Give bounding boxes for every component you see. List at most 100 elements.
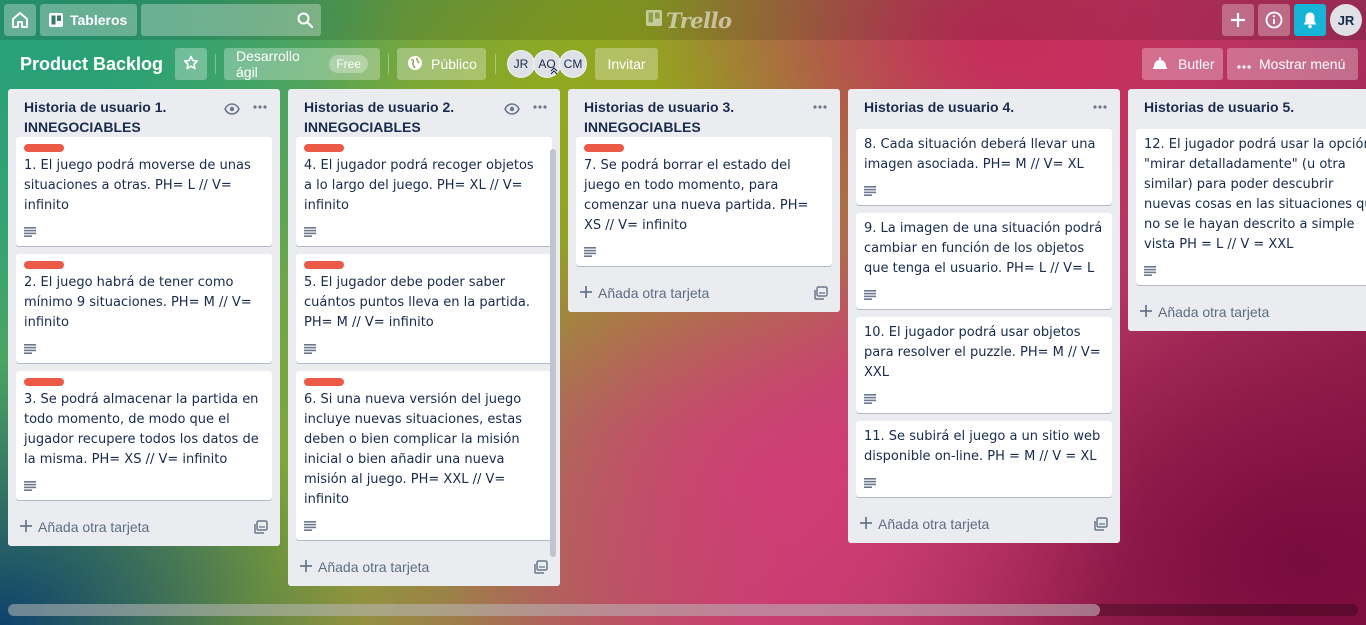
list-menu-icon[interactable] <box>250 99 270 115</box>
card[interactable]: 12. El jugador podrá usar la opción "mir… <box>1136 129 1366 285</box>
show-menu-label: Mostrar menú <box>1259 56 1346 72</box>
team-button[interactable]: Desarrollo ágil Free <box>224 48 380 80</box>
list[interactable]: Historias de usuario 4. 8. Cada situación… <box>848 89 1120 543</box>
card-title: 5. El jugador debe poder saber cuántos p… <box>304 275 530 330</box>
member-avatar[interactable]: JR <box>507 50 535 78</box>
description-icon <box>24 476 264 492</box>
list-title[interactable]: Historia de usuario 1. INNEGOCIABLES <box>24 97 220 137</box>
search-icon[interactable] <box>297 12 314 32</box>
list[interactable]: Historias de usuario 3. INNEGOCIABLES 7. … <box>568 89 840 312</box>
card[interactable]: 7. Se podrá borrar el estado del juego e… <box>576 137 832 266</box>
list-title[interactable]: Historias de usuario 2. INNEGOCIABLES <box>304 97 500 137</box>
description-icon <box>1144 261 1366 277</box>
admin-chevron-icon <box>550 67 558 77</box>
list-header: Historias de usuario 4. <box>848 89 1120 129</box>
add-card-button[interactable]: Añada otra tarjeta <box>1128 293 1366 331</box>
card-template-icon[interactable] <box>254 520 268 537</box>
card-label-red[interactable] <box>24 261 64 269</box>
home-icon <box>11 11 29 29</box>
list-title[interactable]: Historias de usuario 5. <box>1144 97 1340 117</box>
plan-badge: Free <box>329 55 368 73</box>
card-title: 4. El jugador podrá recoger objetos a lo… <box>304 158 534 213</box>
card-label-red[interactable] <box>304 378 344 386</box>
list-menu-icon[interactable] <box>810 99 830 115</box>
description-icon <box>864 181 1104 197</box>
boards-label: Tableros <box>70 12 128 28</box>
search-input[interactable] <box>141 4 291 36</box>
plus-icon <box>300 559 312 575</box>
show-menu-button[interactable]: Mostrar menú <box>1227 48 1358 80</box>
invite-button[interactable]: Invitar <box>595 48 658 80</box>
search-box[interactable] <box>141 4 321 36</box>
add-card-button[interactable]: Añada otra tarjeta <box>8 508 280 546</box>
user-avatar[interactable]: JR <box>1330 4 1362 36</box>
bell-icon <box>1302 11 1318 29</box>
card-label-red[interactable] <box>304 144 344 152</box>
horizontal-scrollbar-thumb[interactable] <box>8 604 1100 616</box>
card-template-icon[interactable] <box>814 286 828 303</box>
card-list: 12. El jugador podrá usar la opción "mir… <box>1128 129 1366 285</box>
divider <box>215 54 216 74</box>
description-icon <box>24 339 264 355</box>
card[interactable]: 9. La imagen de una situación podrá camb… <box>856 213 1112 309</box>
add-card-button[interactable]: Añada otra tarjeta <box>288 548 560 586</box>
eye-icon <box>504 100 520 119</box>
card-template-icon[interactable] <box>534 560 548 577</box>
butler-bell-icon <box>1152 56 1168 73</box>
star-button[interactable] <box>175 48 207 80</box>
plus-icon <box>1230 12 1246 28</box>
add-card-label: Añada otra tarjeta <box>1158 304 1270 320</box>
list[interactable]: Historias de usuario 5. 12. El jugador po… <box>1128 89 1366 331</box>
card[interactable]: 11. Se subirá el juego a un sitio web di… <box>856 421 1112 497</box>
boards-icon <box>48 12 64 28</box>
home-button[interactable] <box>4 4 36 36</box>
list-menu-icon[interactable] <box>530 99 550 115</box>
more-icon <box>1237 56 1251 72</box>
board-title[interactable]: Product Backlog <box>12 47 171 81</box>
card-title: 7. Se podrá borrar el estado del juego e… <box>584 158 809 233</box>
list[interactable]: Historias de usuario 2. INNEGOCIABLES 4. … <box>288 89 560 586</box>
card-label-red[interactable] <box>24 378 64 386</box>
team-name: Desarrollo ágil <box>236 48 300 80</box>
list-header: Historias de usuario 5. <box>1128 89 1366 129</box>
divider <box>388 54 389 74</box>
list-header: Historias de usuario 2. INNEGOCIABLES <box>288 89 560 137</box>
list-title[interactable]: Historias de usuario 4. <box>864 97 1060 117</box>
list-title[interactable]: Historias de usuario 3. INNEGOCIABLES <box>584 97 780 137</box>
trello-logo-text: Trello <box>666 7 732 33</box>
list-header: Historia de usuario 1. INNEGOCIABLES <box>8 89 280 137</box>
notifications-button[interactable] <box>1294 4 1326 36</box>
card-label-red[interactable] <box>24 144 64 152</box>
card-label-red[interactable] <box>304 261 344 269</box>
add-card-button[interactable]: Añada otra tarjeta <box>568 274 840 312</box>
list-scrollbar[interactable] <box>550 149 556 557</box>
card[interactable]: 1. El juego podrá moverse de unas situac… <box>16 137 272 246</box>
trello-logo[interactable]: Trello <box>645 7 732 33</box>
card-template-icon[interactable] <box>1094 517 1108 534</box>
card[interactable]: 2. El juego habrá de tener como mínimo 9… <box>16 254 272 363</box>
description-icon <box>304 222 544 238</box>
list-menu-icon[interactable] <box>1090 99 1110 115</box>
visibility-button[interactable]: Público <box>397 48 486 80</box>
info-icon <box>1265 11 1283 29</box>
create-button[interactable] <box>1222 4 1254 36</box>
card[interactable]: 5. El jugador debe poder saber cuántos p… <box>296 254 552 363</box>
info-button[interactable] <box>1258 4 1290 36</box>
description-icon <box>584 242 824 258</box>
butler-button[interactable]: Butler <box>1142 48 1223 80</box>
card[interactable]: 10. El jugador podrá usar objetos para r… <box>856 317 1112 413</box>
card-title: 2. El juego habrá de tener como mínimo 9… <box>24 275 252 330</box>
boards-button[interactable]: Tableros <box>40 4 137 36</box>
list[interactable]: Historia de usuario 1. INNEGOCIABLES 1. E… <box>8 89 280 546</box>
plus-icon <box>20 519 32 535</box>
add-card-button[interactable]: Añada otra tarjeta <box>848 505 1120 543</box>
member-avatar[interactable]: CM <box>559 50 587 78</box>
card[interactable]: 8. Cada situación deberá llevar una imag… <box>856 129 1112 205</box>
description-icon <box>24 222 264 238</box>
list-header: Historias de usuario 3. INNEGOCIABLES <box>568 89 840 137</box>
card[interactable]: 6. Si una nueva versión del juego incluy… <box>296 371 552 540</box>
card[interactable]: 3. Se podrá almacenar la partida en todo… <box>16 371 272 500</box>
card[interactable]: 4. El jugador podrá recoger objetos a lo… <box>296 137 552 246</box>
globe-icon <box>407 55 423 74</box>
card-label-red[interactable] <box>584 144 624 152</box>
